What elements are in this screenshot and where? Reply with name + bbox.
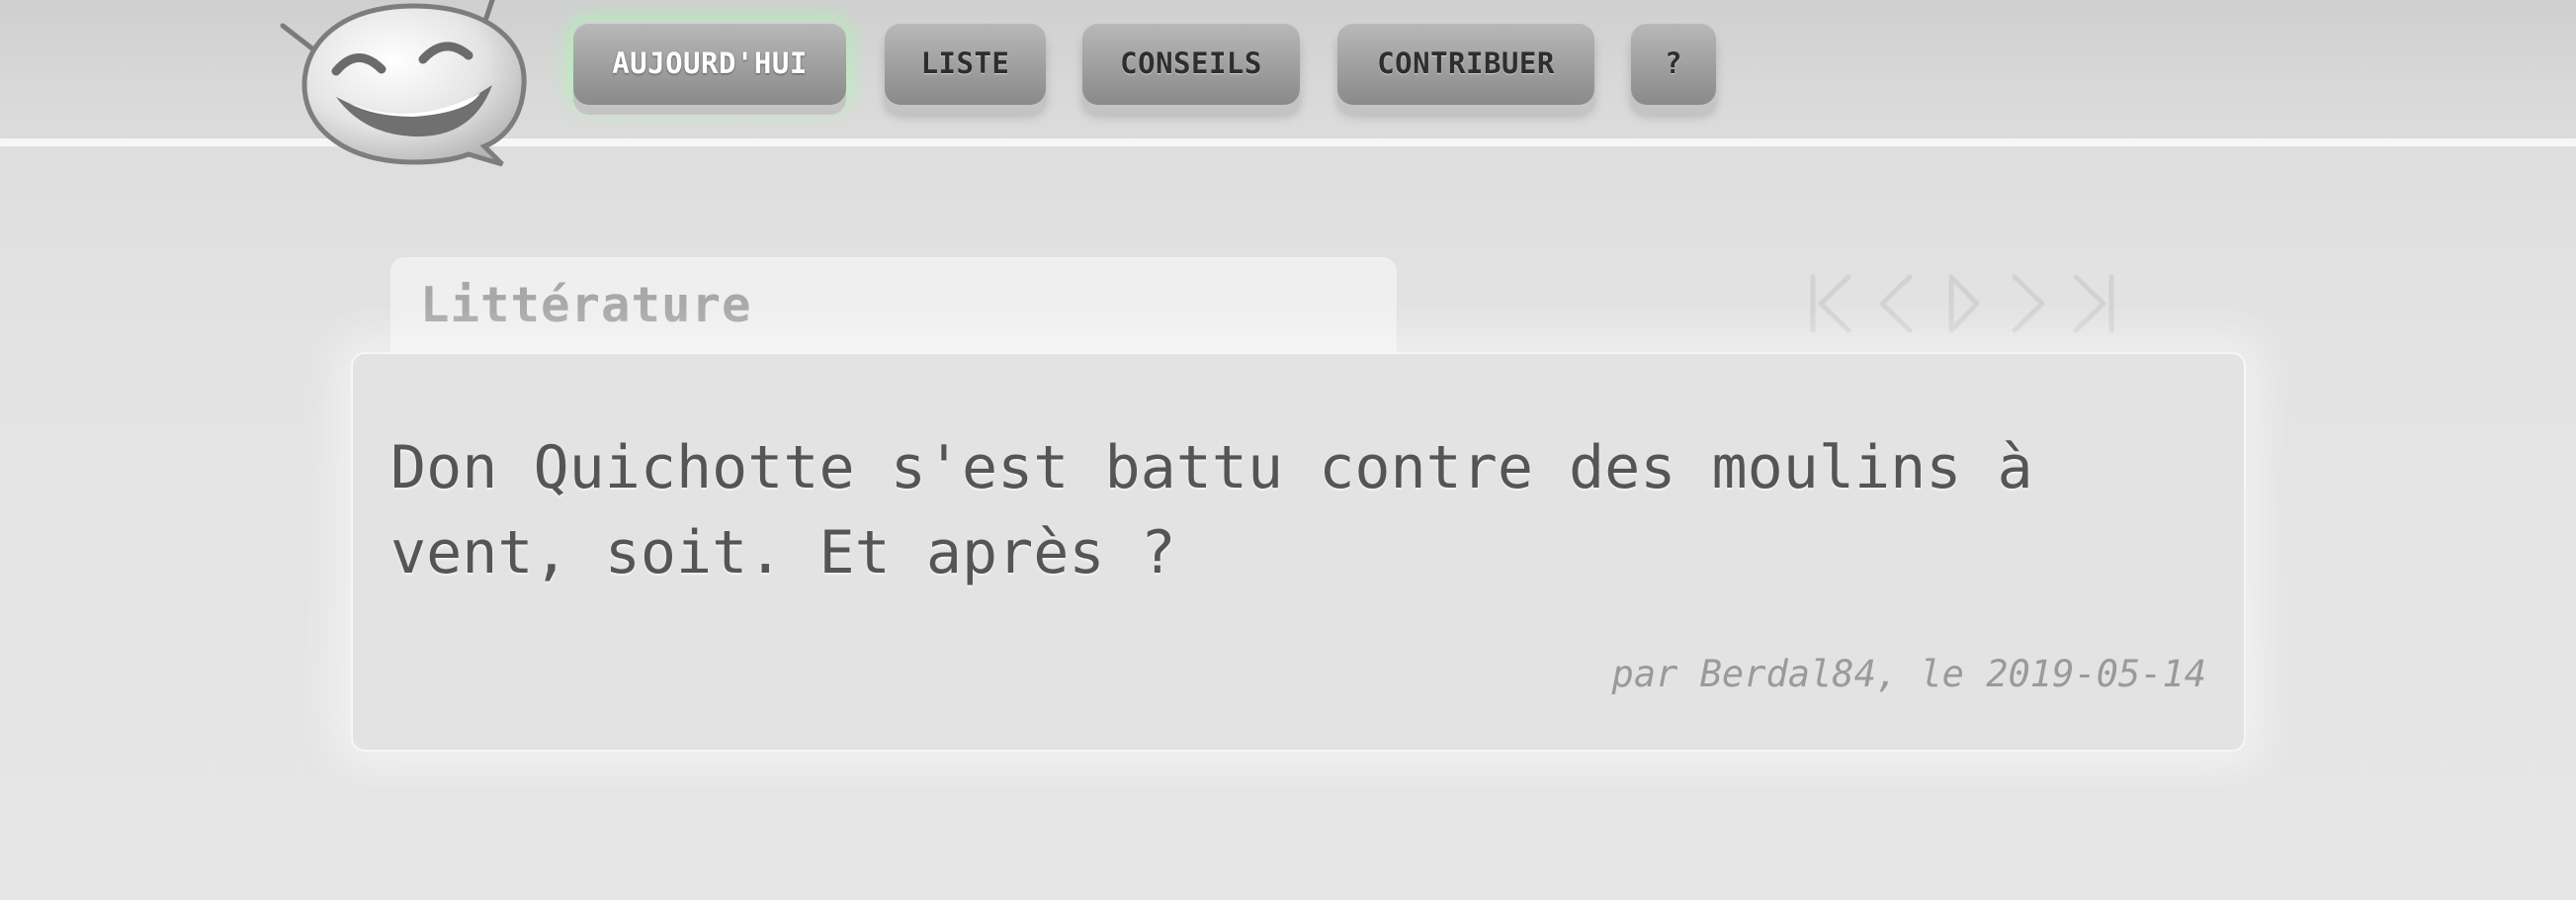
random-play-icon[interactable] bbox=[1939, 271, 1987, 336]
nav-button-liste[interactable]: LISTE bbox=[885, 22, 1046, 105]
quote-text: Don Quichotte s'est battu contre des mou… bbox=[390, 433, 2033, 587]
nav-button-aujourdhui[interactable]: AUJOURD'HUI bbox=[573, 22, 846, 105]
last-page-icon[interactable] bbox=[2070, 271, 2117, 336]
quote-pager bbox=[1807, 271, 2123, 340]
nav-button-contribuer[interactable]: CONTRIBUER bbox=[1337, 22, 1594, 105]
next-icon[interactable] bbox=[2005, 271, 2052, 336]
nav-button-conseils[interactable]: CONSEILS bbox=[1082, 22, 1300, 105]
site-logo[interactable] bbox=[275, 0, 542, 178]
previous-icon[interactable] bbox=[1872, 271, 1920, 336]
category-label: Littérature bbox=[420, 277, 752, 333]
first-page-icon[interactable] bbox=[1807, 271, 1854, 336]
quote-card: Don Quichotte s'est battu contre des mou… bbox=[351, 352, 2246, 752]
category-tab: Littérature bbox=[390, 257, 1397, 356]
nav-button-help[interactable]: ? bbox=[1631, 22, 1716, 105]
quote-author-date: par Berdal84, le 2019-05-14 bbox=[1611, 653, 2206, 695]
laughing-face-speech-bubble-icon bbox=[280, 0, 527, 167]
